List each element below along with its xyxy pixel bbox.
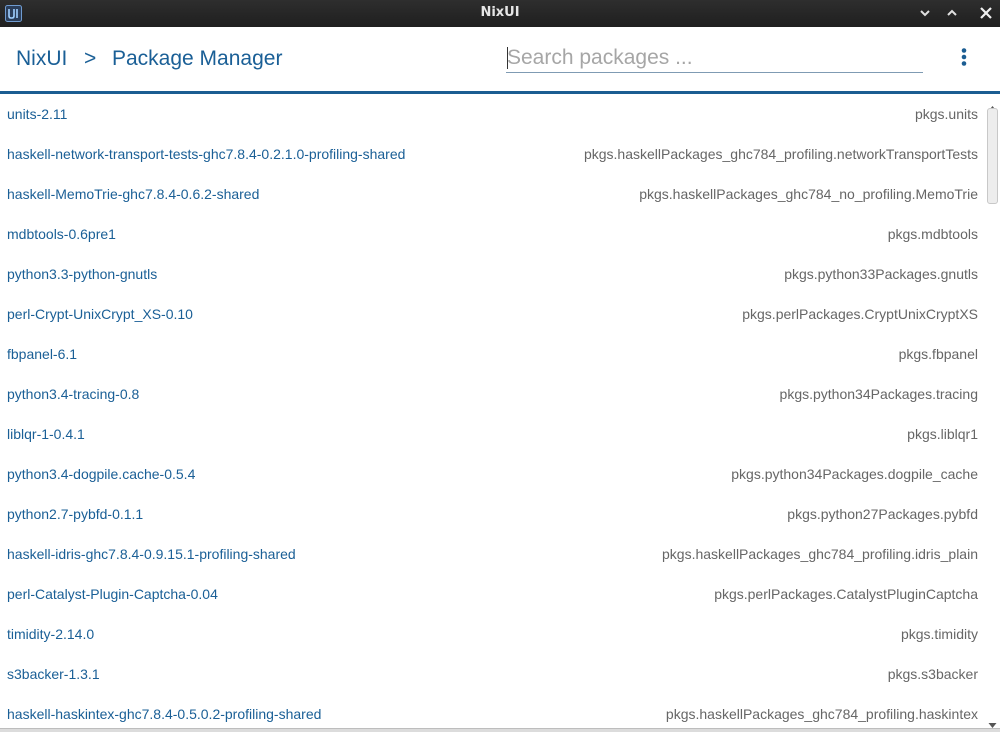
package-attribute-path: pkgs.timidity xyxy=(900,626,978,642)
window-titlebar: NixUI xyxy=(0,0,1000,27)
package-name-link[interactable]: timidity-2.14.0 xyxy=(7,626,94,642)
text-cursor xyxy=(507,47,508,69)
scrollbar-thumb[interactable] xyxy=(987,108,998,204)
close-button[interactable] xyxy=(978,5,994,21)
close-icon xyxy=(980,7,992,19)
package-row[interactable]: timidity-2.14.0 pkgs.timidity xyxy=(0,614,985,654)
chevron-up-icon xyxy=(947,9,957,16)
package-row[interactable]: haskell-network-transport-tests-ghc7.8.4… xyxy=(0,134,985,174)
package-attribute-path: pkgs.python34Packages.tracing xyxy=(779,386,978,402)
package-name-link[interactable]: perl-Crypt-UnixCrypt_XS-0.10 xyxy=(7,306,193,322)
maximize-button[interactable] xyxy=(944,5,960,21)
overflow-menu-button[interactable] xyxy=(954,47,974,69)
package-name-link[interactable]: mdbtools-0.6pre1 xyxy=(7,226,116,242)
package-name-link[interactable]: haskell-network-transport-tests-ghc7.8.4… xyxy=(7,146,405,162)
package-row[interactable]: python3.3-python-gnutls pkgs.python33Pack… xyxy=(0,254,985,294)
package-row[interactable]: haskell-haskintex-ghc7.8.4-0.5.0.2-profi… xyxy=(0,694,985,728)
package-name-link[interactable]: units-2.11 xyxy=(7,106,67,122)
vertical-dots-icon xyxy=(961,48,967,66)
package-attribute-path: pkgs.perlPackages.CryptUnixCryptXS xyxy=(742,306,978,322)
package-attribute-path: pkgs.haskellPackages_ghc784_no_profiling… xyxy=(639,186,978,202)
chevron-down-icon xyxy=(920,10,930,17)
package-row[interactable]: python3.4-dogpile.cache-0.5.4 pkgs.python… xyxy=(0,454,985,494)
package-attribute-path: pkgs.python27Packages.pybfd xyxy=(787,506,978,522)
window-bottom-edge xyxy=(0,728,1000,732)
package-name-link[interactable]: haskell-haskintex-ghc7.8.4-0.5.0.2-profi… xyxy=(7,706,321,722)
package-row[interactable]: fbpanel-6.1 pkgs.fbpanel xyxy=(0,334,985,374)
package-name-link[interactable]: s3backer-1.3.1 xyxy=(7,666,100,682)
scroll-down-arrow-icon[interactable] xyxy=(987,715,998,728)
package-row[interactable]: perl-Catalyst-Plugin-Captcha-0.04 pkgs.pe… xyxy=(0,574,985,614)
package-row[interactable]: units-2.11 pkgs.units xyxy=(0,94,985,134)
package-attribute-path: pkgs.units xyxy=(914,106,978,122)
breadcrumb-root[interactable]: NixUI xyxy=(16,47,67,71)
package-name-link[interactable]: liblqr-1-0.4.1 xyxy=(7,426,85,442)
package-name-link[interactable]: haskell-MemoTrie-ghc7.8.4-0.6.2-shared xyxy=(7,186,259,202)
app-header: NixUI > Package Manager xyxy=(0,27,1000,91)
package-attribute-path: pkgs.perlPackages.CatalystPluginCaptcha xyxy=(714,586,978,602)
package-attribute-path: pkgs.python34Packages.dogpile_cache xyxy=(731,466,978,482)
package-attribute-path: pkgs.python33Packages.gnutls xyxy=(784,266,978,282)
package-attribute-path: pkgs.liblqr1 xyxy=(907,426,978,442)
package-row[interactable]: mdbtools-0.6pre1 pkgs.mdbtools xyxy=(0,214,985,254)
scroll-up-arrow-icon[interactable] xyxy=(987,98,998,111)
package-name-link[interactable]: python2.7-pybfd-0.1.1 xyxy=(7,506,143,522)
minimize-button[interactable] xyxy=(917,5,933,21)
breadcrumb-current-page: Package Manager xyxy=(112,47,283,70)
package-row[interactable]: haskell-MemoTrie-ghc7.8.4-0.6.2-shared pk… xyxy=(0,174,985,214)
package-name-link[interactable]: python3.4-dogpile.cache-0.5.4 xyxy=(7,466,195,482)
package-attribute-path: pkgs.mdbtools xyxy=(887,226,978,242)
package-name-link[interactable]: perl-Catalyst-Plugin-Captcha-0.04 xyxy=(7,586,218,602)
package-name-link[interactable]: haskell-idris-ghc7.8.4-0.9.15.1-profilin… xyxy=(7,546,296,562)
package-row[interactable]: python3.4-tracing-0.8 pkgs.python34Packag… xyxy=(0,374,985,414)
window-title: NixUI xyxy=(480,5,520,20)
package-row[interactable]: liblqr-1-0.4.1 pkgs.liblqr1 xyxy=(0,414,985,454)
package-name-link[interactable]: python3.3-python-gnutls xyxy=(7,266,157,282)
package-list: units-2.11 pkgs.units haskell-network-tran… xyxy=(0,94,985,728)
package-attribute-path: pkgs.haskellPackages_ghc784_profiling.ne… xyxy=(583,146,978,162)
package-row[interactable]: python2.7-pybfd-0.1.1 pkgs.python27Packag… xyxy=(0,494,985,534)
package-row[interactable]: perl-Crypt-UnixCrypt_XS-0.10 pkgs.perlPac… xyxy=(0,294,985,334)
package-attribute-path: pkgs.s3backer xyxy=(887,666,978,682)
package-attribute-path: pkgs.fbpanel xyxy=(898,346,978,362)
package-name-link[interactable]: fbpanel-6.1 xyxy=(7,346,77,362)
package-row[interactable]: haskell-idris-ghc7.8.4-0.9.15.1-profilin… xyxy=(0,534,985,574)
vertical-scrollbar[interactable] xyxy=(985,94,1000,728)
package-name-link[interactable]: python3.4-tracing-0.8 xyxy=(7,386,139,402)
package-attribute-path: pkgs.haskellPackages_ghc784_profiling.ha… xyxy=(665,706,978,722)
package-attribute-path: pkgs.haskellPackages_ghc784_profiling.id… xyxy=(662,546,978,562)
breadcrumb-separator: > xyxy=(84,47,97,70)
search-input[interactable] xyxy=(506,43,923,73)
package-row[interactable]: s3backer-1.3.1 pkgs.s3backer xyxy=(0,654,985,694)
